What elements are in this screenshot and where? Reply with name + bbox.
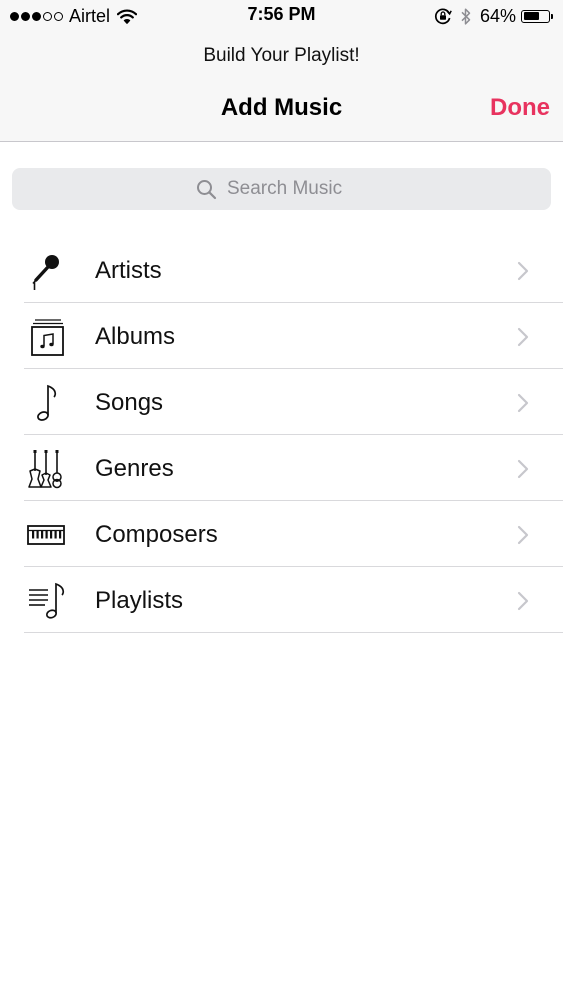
prompt-text: Build Your Playlist! — [203, 45, 360, 66]
page-title: Add Music — [220, 94, 343, 121]
search-bar[interactable] — [12, 168, 551, 210]
chevron-right-icon — [517, 393, 529, 413]
category-label: Songs — [95, 389, 164, 416]
category-row-playlists[interactable]: Playlists — [0, 567, 563, 633]
category-label: Genres — [95, 455, 174, 482]
battery-icon — [521, 9, 550, 23]
row-divider — [24, 632, 563, 633]
chevron-right-icon — [517, 459, 529, 479]
category-list: Artists Albums Songs Genres Composers Pl… — [0, 237, 563, 633]
guitars-icon — [26, 449, 66, 489]
search-bar-content — [12, 168, 551, 210]
chevron-right-icon — [517, 261, 529, 281]
search-icon — [197, 179, 217, 199]
search-input[interactable] — [227, 178, 367, 200]
status-right: 64% — [434, 5, 553, 27]
piano-keyboard-icon — [26, 515, 66, 555]
category-row-albums[interactable]: Albums — [0, 303, 563, 369]
category-label: Playlists — [95, 587, 184, 614]
orientation-lock-icon — [434, 7, 452, 25]
battery-level-fill — [523, 12, 539, 20]
chevron-right-icon — [517, 591, 529, 611]
bluetooth-icon — [460, 7, 472, 26]
category-row-artists[interactable]: Artists — [0, 237, 563, 303]
music-note-icon — [26, 383, 66, 423]
category-label: Albums — [95, 323, 176, 350]
album-icon — [26, 317, 66, 357]
category-label: Composers — [95, 521, 218, 548]
chevron-right-icon — [517, 327, 529, 347]
category-row-composers[interactable]: Composers — [0, 501, 563, 567]
chevron-right-icon — [517, 525, 529, 545]
done-button[interactable]: Done — [490, 94, 550, 122]
category-row-songs[interactable]: Songs — [0, 369, 563, 435]
status-bar: Airtel 7:56 PM 64% — [0, 0, 563, 32]
category-row-genres[interactable]: Genres — [0, 435, 563, 501]
microphone-icon — [26, 251, 66, 291]
battery-percentage: 64% — [479, 5, 516, 26]
top-bar: Airtel 7:56 PM 64% Build Your Playlist! … — [0, 0, 563, 142]
battery-nub — [551, 13, 553, 19]
playlist-icon — [26, 581, 66, 621]
category-label: Artists — [95, 257, 162, 284]
